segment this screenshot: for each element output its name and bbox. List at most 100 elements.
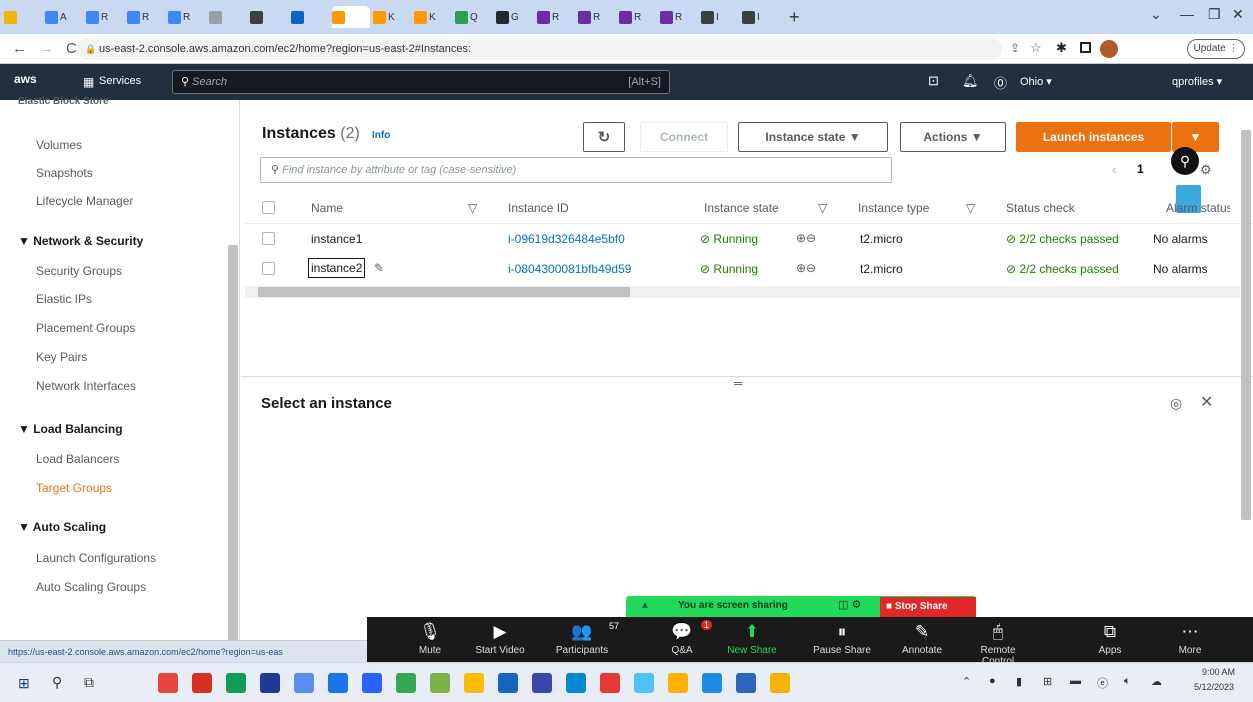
windows-start-icon[interactable]: ⊞ <box>18 675 30 692</box>
column-header[interactable]: Instance state <box>704 201 779 215</box>
account-menu[interactable]: qprofiles ▾ <box>1172 75 1222 88</box>
row-checkbox[interactable] <box>262 232 275 245</box>
browser-tab[interactable]: I <box>701 6 739 28</box>
column-header[interactable]: Status check <box>1006 201 1075 215</box>
launch-instances-button[interactable]: Launch instances <box>1016 122 1171 152</box>
aws-logo[interactable]: aws <box>14 72 37 86</box>
zoom-start-video-button[interactable]: ▶ Start Video <box>465 619 535 656</box>
taskbar-app-icon[interactable] <box>532 673 552 693</box>
update-button[interactable]: Update ⋮ <box>1187 39 1245 59</box>
sidebar-item-lifecycle-manager[interactable]: Lifecycle Manager <box>36 194 133 208</box>
status-check[interactable]: ⊘ 2/2 checks passed <box>1006 232 1119 246</box>
sidebar-item-placement-groups[interactable]: Placement Groups <box>36 321 135 335</box>
taskbar-app-icon[interactable] <box>396 673 416 693</box>
stop-share-button[interactable]: ■ Stop Share <box>880 597 976 617</box>
sidebar-item-load-balancers[interactable]: Load Balancers <box>36 452 119 466</box>
settings-gear-icon[interactable]: ⚙ <box>1200 162 1212 178</box>
taskbar-app-icon[interactable] <box>634 673 654 693</box>
tray-icon[interactable]: 🔈︎ <box>1124 675 1131 688</box>
tray-icon[interactable]: ⓔ <box>1097 675 1108 691</box>
sidebar-item-key-pairs[interactable]: Key Pairs <box>36 350 87 364</box>
split-divider[interactable] <box>241 376 1253 377</box>
tray-icon[interactable]: ▮ <box>1016 675 1022 688</box>
instance-id-link[interactable]: i-09619d326484e5bf0 <box>508 232 625 246</box>
column-header[interactable]: Instance type <box>858 201 929 215</box>
avatar[interactable] <box>1100 40 1118 58</box>
column-header[interactable]: Instance ID <box>508 201 569 215</box>
zoom-apps-button[interactable]: ⧉ Apps <box>1075 619 1145 656</box>
maximize-icon[interactable]: ❐ <box>1208 6 1221 23</box>
back-icon[interactable]: ← <box>12 40 27 57</box>
sidebar-head-ebs[interactable]: Elastic Block Store <box>18 96 109 107</box>
sidebar-item-auto-scaling-groups[interactable]: Auto Scaling Groups <box>36 580 146 594</box>
filter-input[interactable]: ⚲ Find instance by attribute or tag (cas… <box>260 157 892 183</box>
region-selector[interactable]: Ohio ▾ <box>1020 75 1052 88</box>
tray-icon[interactable]: ● <box>989 675 996 687</box>
tray-icon[interactable]: ⊞ <box>1043 675 1052 688</box>
prev-page-icon[interactable]: ‹ <box>1112 162 1116 177</box>
browser-tab[interactable] <box>209 6 247 28</box>
browser-tab[interactable] <box>250 6 288 28</box>
grid-icon[interactable]: ▦ <box>83 75 94 89</box>
sidebar-scrollbar[interactable] <box>228 245 238 702</box>
zoom-remote-control-button[interactable]: 🖱︎Remote Control <box>963 619 1033 667</box>
status-check[interactable]: ⊘ 2/2 checks passed <box>1006 262 1119 276</box>
zoom-icon[interactable]: ⊕⊖ <box>796 231 816 245</box>
taskbar-app-icon[interactable] <box>498 673 518 693</box>
taskbar-app-icon[interactable] <box>260 673 280 693</box>
sidebar-head-auto-scaling[interactable]: ▼ Auto Scaling <box>18 520 106 534</box>
taskbar-app-icon[interactable] <box>464 673 484 693</box>
taskbar-app-icon[interactable] <box>294 673 314 693</box>
taskbar-app-icon[interactable] <box>158 673 178 693</box>
browser-tab[interactable]: G <box>496 6 534 28</box>
zoom-pause-share-button[interactable]: ⏸ Pause Share <box>807 619 877 656</box>
sort-icon[interactable]: ▽ <box>818 201 827 215</box>
cloudshell-icon[interactable]: ⊡ <box>928 73 939 89</box>
sidebar-item-security-groups[interactable]: Security Groups <box>36 264 122 278</box>
sidebar-item-target-groups[interactable]: Target Groups <box>36 481 112 495</box>
pencil-icon[interactable]: ✎ <box>374 261 384 275</box>
taskbar-app-icon[interactable] <box>702 673 722 693</box>
connect-button[interactable]: Connect <box>640 122 728 152</box>
zoom-participants-button[interactable]: 👥 Participants <box>547 619 617 656</box>
browser-tab[interactable]: K <box>373 6 411 28</box>
sidebar-item-network-interfaces[interactable]: Network Interfaces <box>36 379 136 393</box>
browser-tab[interactable]: Q <box>455 6 493 28</box>
star-icon[interactable]: ☆ <box>1030 40 1042 56</box>
new-tab-button[interactable]: + <box>789 7 800 28</box>
taskbar-app-icon[interactable] <box>566 673 586 693</box>
instance-id-link[interactable]: i-0804300081bfb49d59 <box>508 262 631 276</box>
page-number[interactable]: 1 <box>1137 162 1144 176</box>
column-header[interactable]: Alarm status <box>1166 201 1230 215</box>
browser-tab[interactable]: K <box>414 6 452 28</box>
taskbar-app-icon[interactable] <box>192 673 212 693</box>
taskbar-app-icon[interactable] <box>600 673 620 693</box>
zoom-new-share-button[interactable]: ⬆ New Share <box>717 619 787 656</box>
drag-handle-icon[interactable]: ═ <box>734 376 743 390</box>
tray-icon[interactable]: ▬ <box>1070 675 1081 687</box>
zoom-more-button[interactable]: ⋯ More <box>1155 619 1225 656</box>
browser-tab[interactable]: R <box>619 6 657 28</box>
close-icon[interactable]: ✕ <box>1200 392 1213 412</box>
row-checkbox[interactable] <box>262 262 275 275</box>
help-icon[interactable]: ⓪ <box>994 73 1007 92</box>
refresh-button[interactable]: ↻ <box>583 122 625 152</box>
taskbar-app-icon[interactable] <box>226 673 246 693</box>
share-icon[interactable]: ⇪ <box>1010 41 1020 55</box>
url-field[interactable]: 🔒 us-east-2.console.aws.amazon.com/ec2/h… <box>77 38 1002 60</box>
browser-tab[interactable]: R <box>127 6 165 28</box>
actions-button[interactable]: Actions ▼ <box>900 122 1006 152</box>
instance-name[interactable]: instance1 <box>311 232 362 246</box>
zoom-annotate-button[interactable]: ✎ Annotate <box>887 619 957 656</box>
tray-icon[interactable]: ☁ <box>1151 675 1162 688</box>
table-hscroll-thumb[interactable] <box>258 287 630 297</box>
browser-tab[interactable]: R <box>168 6 206 28</box>
tab-search-icon[interactable] <box>1080 42 1091 53</box>
browser-tab[interactable] <box>4 6 42 28</box>
search-icon[interactable]: ⚲ <box>52 674 62 691</box>
zoom-icon[interactable]: ⊕⊖ <box>796 261 816 275</box>
browser-tab[interactable]: R <box>86 6 124 28</box>
services-menu[interactable]: Services <box>99 75 141 87</box>
browser-tab[interactable] <box>332 6 370 28</box>
taskbar-app-icon[interactable] <box>770 673 790 693</box>
